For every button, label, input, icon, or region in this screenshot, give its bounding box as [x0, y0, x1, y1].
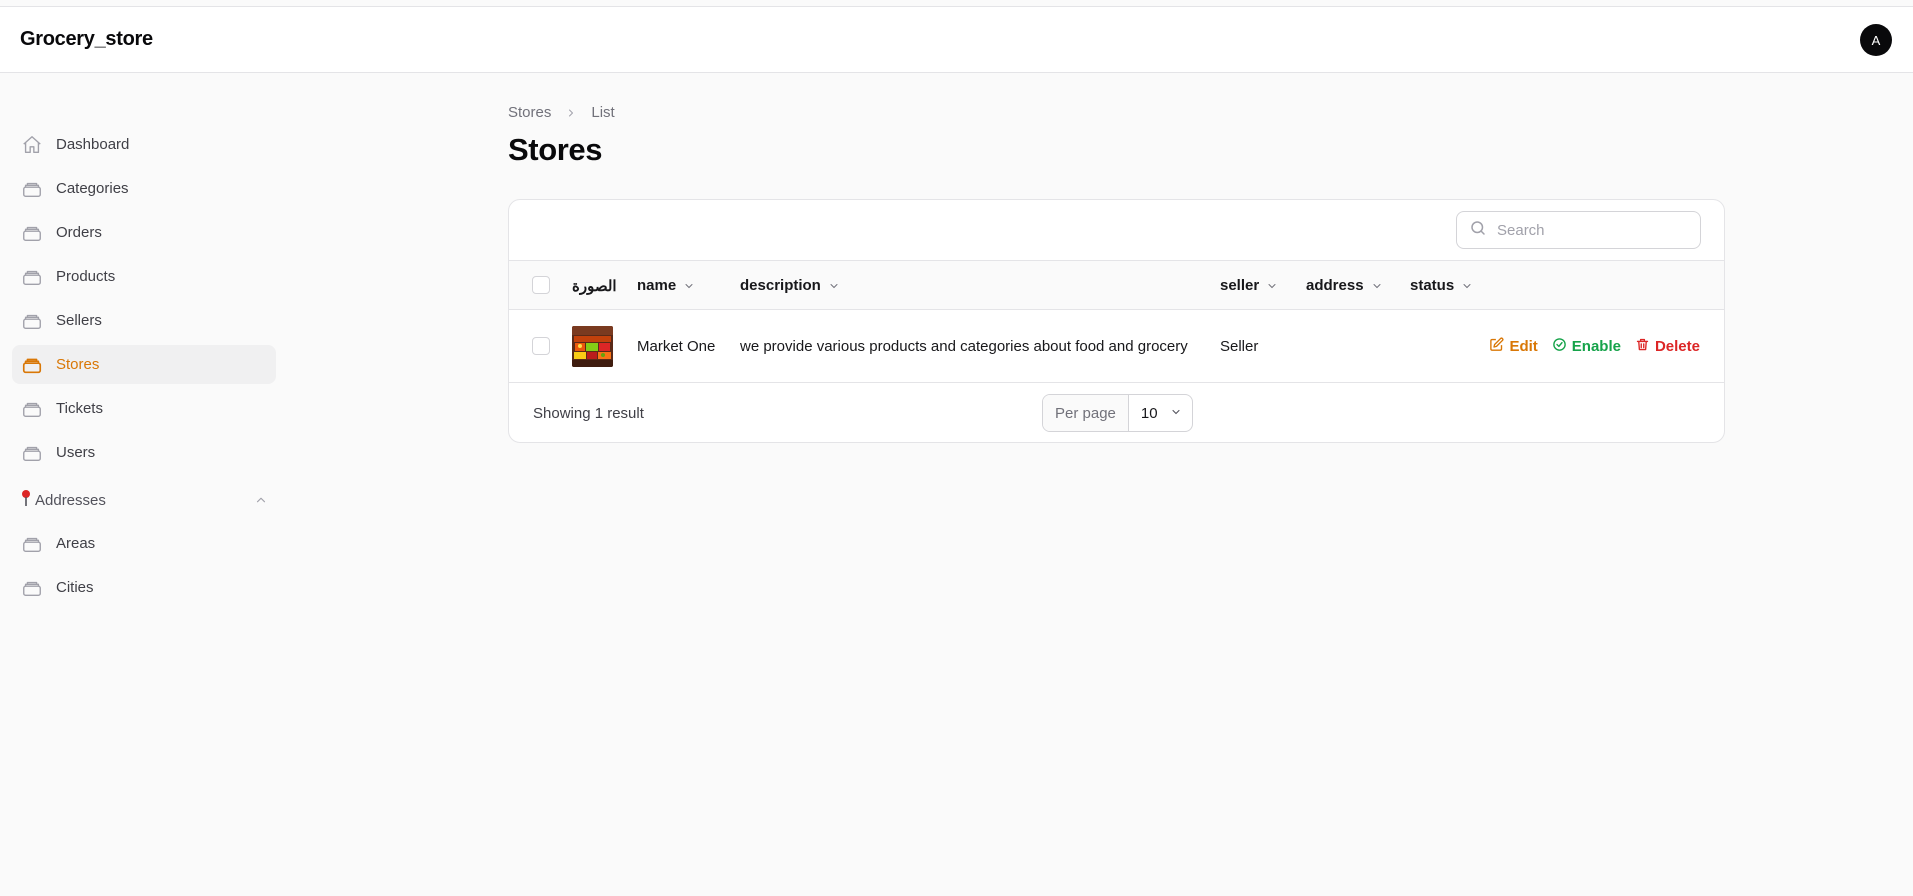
chevron-down-icon — [1371, 280, 1383, 292]
top-bar: Grocery_store A — [0, 7, 1913, 73]
edit-button[interactable]: Edit — [1489, 337, 1538, 356]
chevron-down-icon — [683, 280, 695, 292]
search-icon — [1469, 219, 1487, 241]
row-checkbox[interactable] — [532, 337, 550, 355]
sidebar: Dashboard Categories Orders Products Sel… — [0, 73, 290, 896]
sidebar-item-sellers[interactable]: Sellers — [12, 301, 276, 340]
column-name[interactable]: name — [637, 261, 695, 310]
store-description: we provide various products and categori… — [740, 338, 1188, 355]
column-address[interactable]: address — [1306, 261, 1383, 310]
sidebar-item-label: Sellers — [56, 312, 102, 329]
stack-icon — [21, 533, 43, 555]
sidebar-item-users[interactable]: Users — [12, 433, 276, 472]
sidebar-item-label: Products — [56, 268, 116, 285]
table-row[interactable]: Market One we provide various products a… — [509, 310, 1724, 383]
chevron-up-icon[interactable] — [254, 493, 268, 511]
sidebar-item-orders[interactable]: Orders — [12, 213, 276, 252]
per-page-value: 10 — [1140, 404, 1158, 422]
sidebar-item-label: Tickets — [56, 400, 103, 417]
check-circle-icon — [1552, 337, 1567, 356]
chevron-down-icon — [828, 280, 840, 292]
sidebar-item-label: Cities — [56, 579, 94, 596]
stack-icon — [21, 354, 43, 376]
pushpin-icon — [20, 489, 32, 511]
breadcrumb-parent[interactable]: Stores — [508, 104, 551, 121]
sidebar-item-label: Categories — [56, 180, 129, 197]
user-avatar[interactable]: A — [1860, 24, 1892, 56]
store-image — [572, 326, 613, 367]
stack-icon — [21, 178, 43, 200]
row-actions: Edit Enable Delete — [1489, 310, 1700, 383]
sidebar-item-areas[interactable]: Areas — [12, 524, 276, 563]
stack-icon — [21, 222, 43, 244]
per-page-control[interactable]: Per page 10 — [1042, 394, 1193, 432]
per-page-select[interactable]: 10 — [1129, 395, 1192, 431]
sidebar-item-stores[interactable]: Stores — [12, 345, 276, 384]
store-name: Market One — [637, 338, 716, 355]
page-title: Stores — [508, 132, 603, 167]
store-seller: Seller — [1220, 338, 1259, 355]
trash-icon — [1635, 337, 1650, 356]
table-toolbar — [509, 200, 1724, 261]
table-header: الصورة name description seller address s… — [509, 261, 1724, 310]
chevron-down-icon — [1461, 280, 1473, 292]
column-seller[interactable]: seller — [1220, 261, 1278, 310]
breadcrumb-current: List — [591, 104, 615, 121]
sidebar-item-label: Dashboard — [56, 136, 130, 153]
sidebar-item-label: Users — [56, 444, 96, 461]
sidebar-item-label: Areas — [56, 535, 96, 552]
sidebar-group-label: Addresses — [35, 491, 106, 509]
column-image: الصورة — [572, 277, 617, 295]
sidebar-item-label: Orders — [56, 224, 102, 241]
enable-button[interactable]: Enable — [1552, 337, 1621, 356]
stack-icon — [21, 577, 43, 599]
search-box[interactable] — [1456, 211, 1701, 249]
stores-table-card: الصورة name description seller address s… — [508, 199, 1725, 443]
stack-icon — [21, 442, 43, 464]
sidebar-item-tickets[interactable]: Tickets — [12, 389, 276, 428]
sidebar-item-label: Stores — [56, 356, 100, 373]
sidebar-item-products[interactable]: Products — [12, 257, 276, 296]
chevron-down-icon — [1266, 280, 1278, 292]
pencil-square-icon — [1489, 337, 1504, 356]
column-status[interactable]: status — [1410, 261, 1473, 310]
chevron-right-icon — [565, 107, 577, 119]
sidebar-item-cities[interactable]: Cities — [12, 568, 276, 607]
per-page-label: Per page — [1043, 395, 1129, 431]
chevron-down-icon — [1170, 405, 1182, 422]
select-all-checkbox[interactable] — [532, 276, 550, 294]
breadcrumb: Stores List — [508, 104, 615, 121]
home-icon — [21, 134, 43, 156]
brand-title[interactable]: Grocery_store — [20, 28, 153, 51]
sidebar-item-dashboard[interactable]: Dashboard — [12, 125, 276, 164]
results-count: Showing 1 result — [533, 404, 644, 422]
stack-icon — [21, 398, 43, 420]
column-description[interactable]: description — [740, 261, 840, 310]
table-footer: Showing 1 result Per page 10 — [509, 383, 1724, 442]
stack-icon — [21, 310, 43, 332]
search-input[interactable] — [1497, 221, 1677, 239]
delete-button[interactable]: Delete — [1635, 337, 1700, 356]
sidebar-item-categories[interactable]: Categories — [12, 169, 276, 208]
stack-icon — [21, 266, 43, 288]
sidebar-group-addresses[interactable]: Addresses — [12, 485, 276, 515]
